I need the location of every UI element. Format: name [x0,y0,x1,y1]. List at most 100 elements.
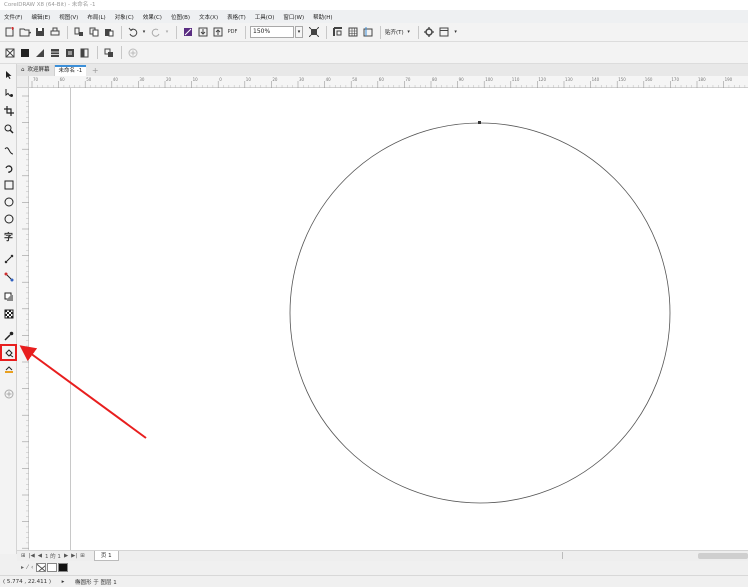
launcher-dropdown-icon[interactable]: ▾ [453,26,459,39]
ellipse-node[interactable] [478,121,481,124]
show-guidelines-icon[interactable] [361,26,374,39]
white-swatch[interactable] [47,563,58,572]
ellipse-tool-icon[interactable] [2,195,15,208]
ruler-tick-label: 150 [618,77,626,82]
eyedropper-icon[interactable] [2,329,15,342]
rectangle-tool-icon[interactable] [2,178,15,191]
ruler-tick-label: 90 [459,77,465,82]
object-info: 椭圆形 于 图层 1 [75,579,117,586]
undo-icon[interactable] [126,26,139,39]
ruler-tick-label: 0 [219,77,222,82]
redo-dropdown-icon[interactable]: ▾ [164,26,170,39]
snap-to-button[interactable]: 贴齐(T) [385,28,404,36]
export-icon[interactable] [211,26,224,39]
menu-help[interactable]: 帮助(H) [313,13,332,21]
toolbox: 字 [0,64,17,554]
undo-dropdown-icon[interactable]: ▾ [141,26,147,39]
cut-icon[interactable] [72,26,85,39]
fountain-fill-icon[interactable] [33,46,46,59]
save-icon[interactable] [33,26,46,39]
two-color-pattern-fill-icon[interactable] [78,46,91,59]
show-rulers-icon[interactable] [331,26,344,39]
prev-page-button[interactable]: ◀ [38,553,42,559]
print-icon[interactable] [48,26,61,39]
palette-arrow-icon[interactable]: ▸ [21,564,24,571]
add-page-button[interactable]: ⊞ [80,553,85,559]
publish-pdf-icon[interactable]: PDF [226,26,239,39]
corel-connect-icon[interactable] [181,26,194,39]
page-tab[interactable]: 页 1 [93,551,119,561]
polygon-tool-icon[interactable] [2,212,15,225]
vector-pattern-fill-icon[interactable] [48,46,61,59]
shape-tool-icon[interactable] [2,86,15,99]
artistic-media-icon[interactable] [2,162,15,175]
status-arrow-icon[interactable]: ▸ [51,579,75,585]
toolbar-separator [176,25,177,39]
drawing-canvas[interactable] [29,88,748,550]
last-page-button[interactable]: ▶| [71,553,77,559]
interactive-fill-icon[interactable] [0,344,17,361]
snap-dropdown-icon[interactable]: ▾ [406,26,412,39]
full-screen-icon[interactable] [307,26,320,39]
smart-fill-icon[interactable] [2,362,15,375]
next-page-button[interactable]: ▶ [64,553,68,559]
vertical-ruler-ticks [22,95,29,549]
menu-layout[interactable]: 布局(L) [87,13,105,21]
copy-fill-icon[interactable] [102,46,115,59]
menu-window[interactable]: 窗口(W) [283,13,304,21]
text-tool-icon[interactable]: 字 [2,232,15,245]
no-color-swatch[interactable] [36,563,47,572]
uniform-fill-icon[interactable] [18,46,31,59]
zoom-dropdown-icon[interactable]: ▾ [295,26,303,38]
zoom-level-field[interactable]: 150% [250,26,294,38]
black-swatch[interactable] [58,563,69,572]
horizontal-scrollbar[interactable] [698,553,748,559]
drop-shadow-icon[interactable] [2,290,15,303]
ruler-tick-label: 110 [512,77,520,82]
first-page-button[interactable]: ⊞ [21,553,26,559]
open-icon[interactable] [18,26,31,39]
menu-view[interactable]: 视图(V) [59,13,78,21]
menu-text[interactable]: 文本(X) [199,13,218,21]
redo-icon[interactable] [149,26,162,39]
freehand-tool-icon[interactable] [2,144,15,157]
ruler-tick-label: 60 [60,77,66,82]
application-launcher-icon[interactable] [438,26,451,39]
palette-eyedropper-icon[interactable]: ⁄ [27,564,28,571]
palette-chevron-icon[interactable]: ‹ [31,564,33,571]
connector-tool-icon[interactable] [2,270,15,283]
menu-tools[interactable]: 工具(O) [255,13,275,21]
pick-tool-icon[interactable] [2,68,15,81]
no-fill-icon[interactable] [3,46,16,59]
crop-tool-icon[interactable] [2,104,15,117]
parallel-dimension-icon[interactable] [2,252,15,265]
transparency-icon[interactable] [2,307,15,320]
horizontal-ruler[interactable]: 70 60 50 40 30 20 10 0 10 20 30 40 50 60 70 80 90 100 110 1… [29,76,748,88]
new-icon[interactable] [3,26,16,39]
ruler-tick-label: 50 [86,77,92,82]
show-grid-icon[interactable] [346,26,359,39]
ellipse-object[interactable] [289,122,671,504]
copy-icon[interactable] [87,26,100,39]
menu-effects[interactable]: 效果(C) [143,13,162,21]
zoom-tool-icon[interactable] [2,122,15,135]
menu-table[interactable]: 表格(T) [227,13,246,21]
tab-document[interactable]: 未命名 -1 [54,65,87,76]
toolbar-separator [245,25,246,39]
menu-bitmaps[interactable]: 位图(B) [171,13,190,21]
tab-welcome-screen[interactable]: ⌂ 欢迎屏幕 [17,65,55,76]
vertical-ruler[interactable] [17,88,29,550]
add-tab-icon[interactable]: + [90,66,100,76]
options-gear-icon[interactable] [423,26,436,39]
ruler-tick-label: 50 [352,77,358,82]
menu-file[interactable]: 文件(F) [4,13,22,21]
paste-icon[interactable] [102,26,115,39]
ruler-origin[interactable] [17,76,29,88]
add-property-icon[interactable] [126,46,139,59]
import-icon[interactable] [196,26,209,39]
prev-end-button[interactable]: |◀ [29,553,35,559]
bitmap-pattern-fill-icon[interactable] [63,46,76,59]
menu-object[interactable]: 对象(C) [115,13,134,21]
menu-edit[interactable]: 编辑(E) [31,13,50,21]
add-tool-icon[interactable] [2,387,15,400]
